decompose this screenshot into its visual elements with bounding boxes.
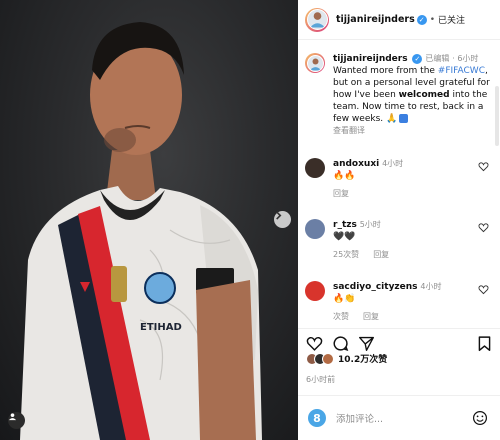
comment-likes[interactable]: 25次赞 [333, 250, 359, 259]
post-photo[interactable]: ETIHAD [0, 0, 298, 440]
comment-username[interactable]: r_tzs [333, 220, 357, 230]
next-photo-button[interactable] [274, 211, 291, 228]
verified-badge-icon: ✓ [412, 53, 423, 64]
liker-avatar [322, 352, 334, 365]
heart-icon[interactable] [478, 222, 489, 233]
caption-hashtag[interactable]: #FIFACWC [438, 66, 485, 76]
instagram-post-view: ETIHAD tijjanireijnders ✓ • 已关注 tijjanir… [0, 0, 500, 440]
commenter-avatar[interactable] [305, 281, 325, 301]
pray-emoji: 🙏 [386, 114, 398, 124]
heart-icon[interactable] [478, 284, 489, 295]
comment-item: r_tzs 5小时 🖤🖤 25次赞 回复 [305, 219, 495, 261]
box-emoji [399, 114, 409, 123]
comments-scroll-area[interactable]: tijjanireijnders ✓ 已编辑 · 6小时 Wanted more… [298, 41, 500, 328]
reply-button[interactable]: 回复 [363, 312, 379, 321]
author-username[interactable]: tijjanireijnders [336, 14, 415, 25]
verified-badge-icon: ✓ [416, 14, 427, 25]
caption-avatar[interactable] [305, 53, 325, 73]
comment-likes[interactable]: 次赞 [333, 312, 349, 321]
comment-age: 4小时 [420, 282, 442, 291]
add-comment-input[interactable]: 添加评论... [336, 411, 383, 425]
share-icon[interactable] [358, 335, 375, 352]
action-bar [298, 328, 500, 352]
comment-username[interactable]: sacdiyo_cityzens [333, 282, 418, 292]
comment-item: sacdiyo_cityzens 4小时 🔥👏 次赞 回复 [305, 281, 495, 323]
likes-summary[interactable]: 10.2万次赞 [306, 352, 387, 365]
heart-icon[interactable] [306, 335, 323, 352]
commenter-avatar[interactable] [305, 219, 325, 239]
author-avatar[interactable] [305, 7, 329, 32]
avatar-icon [309, 12, 325, 28]
caption: tijjanireijnders ✓ 已编辑 · 6小时 Wanted more… [305, 53, 495, 137]
comment-age: 5小时 [359, 220, 381, 229]
tagged-users-button[interactable] [8, 412, 25, 429]
caption-username[interactable]: tijjanireijnders [333, 54, 408, 64]
follow-status-button[interactable]: 已关注 [438, 13, 465, 26]
add-comment-bar: 8 添加评论... [298, 395, 500, 440]
separator-dot: • [429, 14, 436, 25]
commenter-avatar[interactable] [305, 158, 325, 178]
comment-item: andoxuxi 4小时 🔥🔥 回复 [305, 158, 495, 200]
player-photo-illustration: ETIHAD [20, 22, 262, 440]
caption-text-1: Wanted more from the [333, 66, 438, 76]
user-tag-icon [8, 413, 17, 421]
caption-bold-word: welcomed [398, 90, 450, 100]
current-user-avatar: 8 [308, 409, 326, 427]
post-header: tijjanireijnders ✓ • 已关注 [298, 0, 500, 40]
bookmark-icon[interactable] [476, 335, 493, 352]
comment-username[interactable]: andoxuxi [333, 159, 379, 169]
comment-text: 🔥👏 [333, 294, 356, 304]
see-translation-link[interactable]: 查看翻译 [333, 126, 365, 135]
comment-age: 4小时 [382, 159, 404, 168]
likes-count[interactable]: 10.2万次赞 [338, 352, 387, 365]
caption-edited-label: 已编辑 [425, 54, 450, 63]
svg-text:ETIHAD: ETIHAD [140, 322, 182, 333]
post-timestamp: 6小时前 [306, 375, 336, 384]
emoji-icon[interactable] [472, 410, 488, 426]
reply-button[interactable]: 回复 [333, 189, 349, 198]
caption-age: 6小时 [457, 54, 479, 63]
scrollbar[interactable] [495, 86, 499, 146]
avatar-icon [309, 58, 321, 70]
reply-button[interactable]: 回复 [373, 250, 389, 259]
comment-icon[interactable] [332, 335, 349, 352]
comment-text: 🖤🖤 [333, 232, 356, 242]
heart-icon[interactable] [478, 161, 489, 172]
comment-text: 🔥🔥 [333, 171, 356, 181]
post-sidebar: tijjanireijnders ✓ • 已关注 tijjanireijnder… [298, 0, 500, 440]
chevron-right-icon [276, 211, 282, 220]
